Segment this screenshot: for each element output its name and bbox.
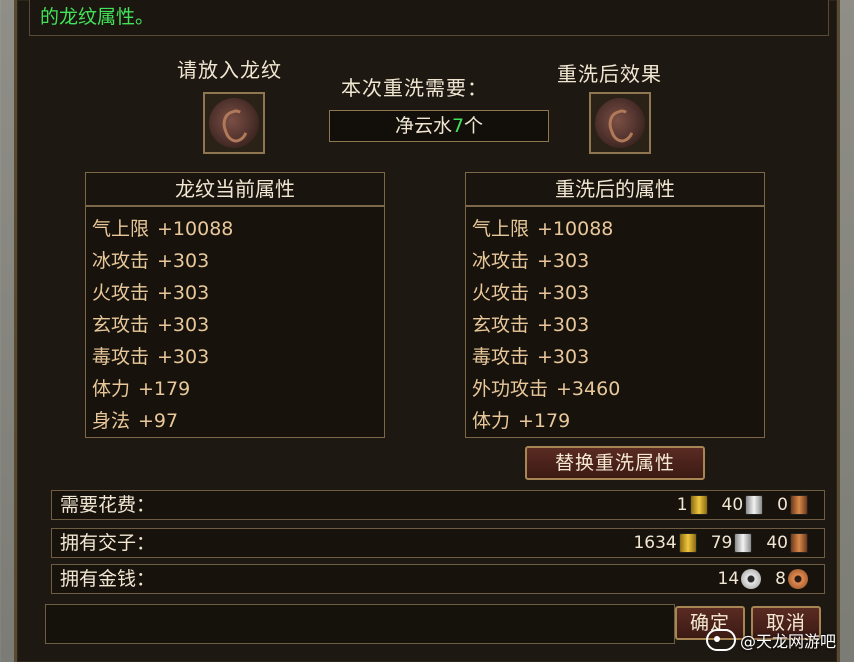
attribute-row: 火攻击 +303 — [472, 282, 590, 304]
attribute-row: 玄攻击 +303 — [92, 314, 210, 336]
replace-attributes-button[interactable]: 替换重洗属性 — [525, 446, 705, 480]
cost-requirement: 净云水7个 — [329, 110, 549, 142]
copper-ingot-icon — [790, 495, 808, 515]
cost-copper-value: 0 — [777, 495, 788, 515]
attribute-row: 玄攻击 +303 — [472, 314, 590, 336]
attribute-row: 冰攻击 +303 — [92, 250, 210, 272]
after-attributes-title: 重洗后的属性 — [465, 172, 765, 206]
current-attributes-panel: 气上限 +10088 冰攻击 +303 火攻击 +303 玄攻击 +303 毒攻击 +30… — [85, 206, 385, 438]
silver-ingot-icon — [734, 533, 753, 553]
jiaozi-silver-value: 79 — [710, 533, 733, 553]
money-bar-label: 拥有金钱： — [60, 568, 156, 590]
watermark: @天龙网游吧 — [705, 628, 836, 652]
attribute-row: 气上限 +10088 — [92, 218, 234, 240]
attribute-row: 火攻击 +303 — [92, 282, 210, 304]
result-preview-slot — [589, 92, 651, 154]
cost-gold-value: 1 — [676, 495, 688, 515]
copper-coin-icon — [788, 569, 808, 589]
attribute-row: 毒攻击 +303 — [472, 346, 590, 368]
cost-count: 7 — [451, 115, 465, 137]
attribute-row: 外功攻击 +3460 — [472, 378, 621, 400]
cost-bar-label: 需要花费： — [60, 494, 156, 516]
money-silver-value: 14 — [717, 569, 740, 589]
cost-bar: 需要花费： 1 40 0 — [51, 490, 825, 520]
dragon-pattern-slot[interactable] — [203, 92, 265, 154]
jiaozi-bar-label: 拥有交子： — [60, 532, 156, 554]
left-slot-label: 请放入龙纹 — [177, 58, 282, 82]
attribute-row: 毒攻击 +303 — [92, 346, 210, 368]
top-message: 的龙纹属性。 — [29, 0, 829, 36]
silver-ingot-icon — [745, 495, 764, 515]
cost-item: 净云水 — [394, 115, 452, 137]
current-attributes-title: 龙纹当前属性 — [85, 172, 385, 206]
after-attributes-panel: 气上限 +10088 冰攻击 +303 火攻击 +303 玄攻击 +303 毒攻击 +30… — [465, 206, 765, 438]
gold-ingot-icon — [678, 533, 697, 553]
gold-ingot-icon — [689, 495, 708, 515]
footer-bar — [45, 604, 675, 644]
watermark-text: @天龙网游吧 — [739, 632, 836, 651]
cost-silver-value: 40 — [721, 495, 744, 515]
right-slot-label: 重洗后效果 — [557, 62, 662, 86]
money-copper-value: 8 — [775, 569, 786, 589]
attribute-row: 气上限 +10088 — [472, 218, 614, 240]
jiaozi-bar: 拥有交子： 1634 79 40 — [51, 528, 825, 558]
cost-unit: 个 — [464, 115, 484, 137]
jiaozi-copper-value: 40 — [766, 533, 788, 553]
attribute-row: 体力 +179 — [92, 378, 191, 400]
cost-label: 本次重洗需要： — [341, 76, 488, 100]
money-bar: 拥有金钱： 14 8 — [51, 564, 825, 594]
dragon-pattern-icon — [209, 98, 259, 148]
attribute-row: 体力 +179 — [472, 410, 571, 432]
silver-coin-icon — [741, 569, 762, 589]
dragon-pattern-rewash-window: 的龙纹属性。 请放入龙纹 本次重洗需要： 净云水7个 重洗后效果 龙纹当前属性 … — [14, 0, 840, 662]
watermark-logo-icon — [705, 629, 736, 651]
attribute-row: 冰攻击 +303 — [472, 250, 590, 272]
dragon-pattern-icon — [595, 98, 645, 148]
jiaozi-gold-value: 1634 — [633, 533, 677, 553]
copper-ingot-icon — [790, 533, 808, 553]
attribute-row: 身法 +97 — [92, 410, 179, 432]
